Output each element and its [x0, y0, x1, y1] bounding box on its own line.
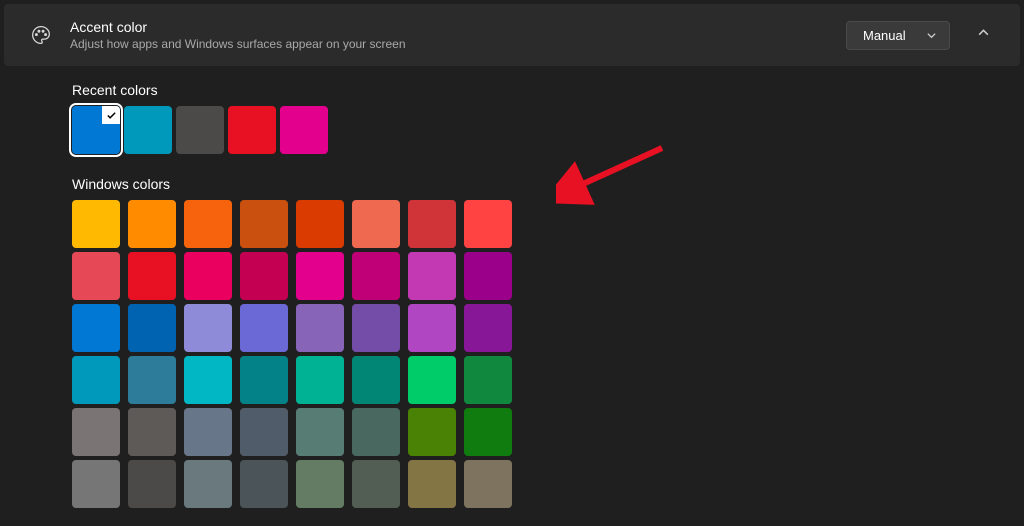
- windows-color-swatch[interactable]: [184, 252, 232, 300]
- recent-color-swatch[interactable]: [228, 106, 276, 154]
- windows-color-swatch[interactable]: [128, 408, 176, 456]
- windows-color-swatch[interactable]: [72, 408, 120, 456]
- recent-color-swatch[interactable]: [280, 106, 328, 154]
- windows-color-swatch[interactable]: [184, 304, 232, 352]
- windows-colors-label: Windows colors: [72, 176, 1004, 192]
- windows-color-swatch[interactable]: [296, 200, 344, 248]
- windows-color-swatch[interactable]: [352, 460, 400, 508]
- windows-color-swatch[interactable]: [296, 460, 344, 508]
- accent-mode-dropdown[interactable]: Manual: [846, 21, 950, 50]
- windows-color-swatch[interactable]: [128, 460, 176, 508]
- windows-color-swatch[interactable]: [408, 408, 456, 456]
- windows-color-swatch[interactable]: [240, 304, 288, 352]
- windows-color-swatch[interactable]: [464, 200, 512, 248]
- windows-color-swatch[interactable]: [352, 356, 400, 404]
- windows-color-swatch[interactable]: [352, 200, 400, 248]
- windows-color-swatch[interactable]: [464, 356, 512, 404]
- windows-color-swatch[interactable]: [184, 200, 232, 248]
- windows-color-swatch[interactable]: [72, 356, 120, 404]
- windows-color-swatch[interactable]: [240, 252, 288, 300]
- windows-colors-grid: [72, 200, 1004, 508]
- windows-color-swatch[interactable]: [240, 460, 288, 508]
- windows-color-swatch[interactable]: [464, 408, 512, 456]
- windows-color-swatch[interactable]: [464, 304, 512, 352]
- windows-color-swatch[interactable]: [184, 408, 232, 456]
- windows-color-swatch[interactable]: [240, 408, 288, 456]
- palette-icon: [30, 24, 52, 46]
- windows-color-swatch[interactable]: [296, 356, 344, 404]
- windows-color-swatch[interactable]: [464, 252, 512, 300]
- windows-color-swatch[interactable]: [72, 460, 120, 508]
- windows-color-swatch[interactable]: [408, 200, 456, 248]
- windows-color-swatch[interactable]: [352, 304, 400, 352]
- windows-color-swatch[interactable]: [408, 356, 456, 404]
- recent-color-swatch[interactable]: [176, 106, 224, 154]
- recent-colors-row: [72, 106, 1004, 154]
- windows-color-swatch[interactable]: [464, 460, 512, 508]
- windows-color-swatch[interactable]: [352, 252, 400, 300]
- windows-color-swatch[interactable]: [128, 304, 176, 352]
- windows-color-swatch[interactable]: [296, 304, 344, 352]
- recent-colors-label: Recent colors: [72, 82, 1004, 98]
- section-title: Accent color: [70, 19, 846, 35]
- windows-color-swatch[interactable]: [408, 460, 456, 508]
- windows-color-swatch[interactable]: [72, 200, 120, 248]
- windows-color-swatch[interactable]: [128, 200, 176, 248]
- chevron-down-icon: [925, 29, 937, 41]
- windows-color-swatch[interactable]: [128, 356, 176, 404]
- windows-color-swatch[interactable]: [184, 460, 232, 508]
- windows-color-swatch[interactable]: [72, 304, 120, 352]
- windows-color-swatch[interactable]: [296, 252, 344, 300]
- windows-color-swatch[interactable]: [128, 252, 176, 300]
- dropdown-label: Manual: [863, 28, 925, 43]
- collapse-button[interactable]: [966, 18, 1000, 52]
- windows-color-swatch[interactable]: [408, 252, 456, 300]
- windows-color-swatch[interactable]: [296, 408, 344, 456]
- windows-color-swatch[interactable]: [72, 252, 120, 300]
- chevron-up-icon: [977, 26, 990, 44]
- windows-color-swatch[interactable]: [352, 408, 400, 456]
- windows-color-swatch[interactable]: [240, 356, 288, 404]
- checkmark-icon: [102, 106, 120, 124]
- windows-color-swatch[interactable]: [240, 200, 288, 248]
- recent-color-swatch[interactable]: [72, 106, 120, 154]
- accent-color-header: Accent color Adjust how apps and Windows…: [4, 4, 1020, 66]
- section-subtitle: Adjust how apps and Windows surfaces app…: [70, 37, 846, 51]
- windows-color-swatch[interactable]: [184, 356, 232, 404]
- recent-color-swatch[interactable]: [124, 106, 172, 154]
- header-text: Accent color Adjust how apps and Windows…: [70, 19, 846, 51]
- windows-color-swatch[interactable]: [408, 304, 456, 352]
